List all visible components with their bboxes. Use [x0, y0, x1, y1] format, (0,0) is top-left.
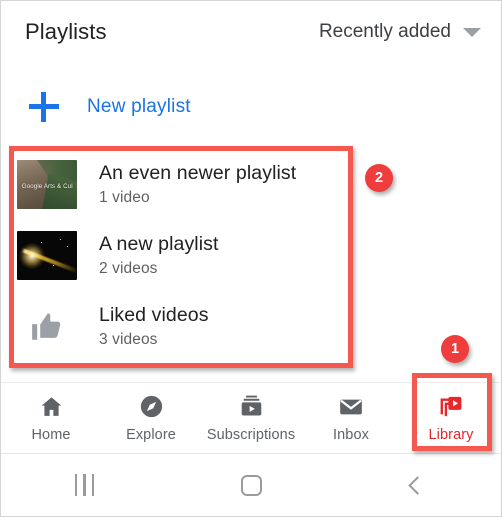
tab-subscriptions[interactable]: Subscriptions	[201, 383, 301, 453]
playlist-title: A new playlist	[99, 233, 219, 256]
bottom-tab-bar: Home Explore Subscriptions Inbox Library	[1, 382, 501, 454]
list-item[interactable]: Liked videos 3 videos	[1, 291, 501, 362]
tab-explore[interactable]: Explore	[101, 383, 201, 453]
tab-inbox[interactable]: Inbox	[301, 383, 401, 453]
annotation-badge-2: 2	[365, 164, 393, 192]
new-playlist-button[interactable]: New playlist	[1, 79, 501, 135]
home-square-icon[interactable]	[168, 474, 335, 496]
android-system-nav	[1, 454, 501, 516]
playlist-video-count: 1 video	[99, 188, 150, 206]
tab-label: Subscriptions	[206, 426, 296, 443]
playlist-title: An even newer playlist	[99, 162, 297, 185]
annotation-badge-1: 1	[441, 335, 469, 363]
tab-label: Explore	[126, 426, 176, 443]
tab-home[interactable]: Home	[1, 383, 101, 453]
thumbnail-google-arts-culture: Google Arts & Cul	[17, 160, 77, 209]
thumbs-up-icon	[17, 302, 77, 351]
home-icon	[39, 394, 64, 420]
sort-dropdown[interactable]: Recently added	[319, 21, 481, 43]
compass-icon	[139, 394, 164, 420]
tab-library[interactable]: Library	[401, 383, 501, 453]
subscriptions-icon	[239, 394, 264, 420]
library-icon	[438, 394, 464, 420]
playlist-title: Liked videos	[99, 304, 209, 327]
playlist-video-count: 2 videos	[99, 259, 158, 277]
list-item[interactable]: A new playlist 2 videos	[1, 220, 501, 291]
chevron-down-icon	[463, 27, 481, 37]
tab-label: Inbox	[333, 426, 369, 443]
thumbnail-watermark: Google Arts & Cul	[21, 183, 73, 191]
plus-icon-wrap	[1, 92, 87, 122]
back-chevron-icon[interactable]	[334, 475, 501, 495]
list-item-text: An even newer playlist 1 video	[77, 162, 296, 207]
tab-label: Home	[31, 426, 71, 443]
playlist-list: Google Arts & Cul An even newer playlist…	[1, 149, 501, 362]
playlists-header: Playlists Recently added	[1, 1, 501, 63]
tab-label: Library	[428, 426, 474, 443]
list-item[interactable]: Google Arts & Cul An even newer playlist…	[1, 149, 501, 220]
recents-icon[interactable]	[1, 474, 168, 496]
plus-icon	[29, 92, 59, 122]
page-title: Playlists	[25, 19, 107, 44]
list-item-text: Liked videos 3 videos	[77, 304, 209, 349]
envelope-icon	[338, 394, 364, 420]
list-item-text: A new playlist 2 videos	[77, 233, 219, 278]
youtube-library-screen: Playlists Recently added New playlist Go…	[0, 0, 502, 517]
thumbnail-light-streak	[17, 231, 77, 280]
sort-dropdown-label: Recently added	[318, 21, 451, 42]
new-playlist-label: New playlist	[87, 96, 191, 117]
playlist-video-count: 3 videos	[99, 330, 158, 348]
